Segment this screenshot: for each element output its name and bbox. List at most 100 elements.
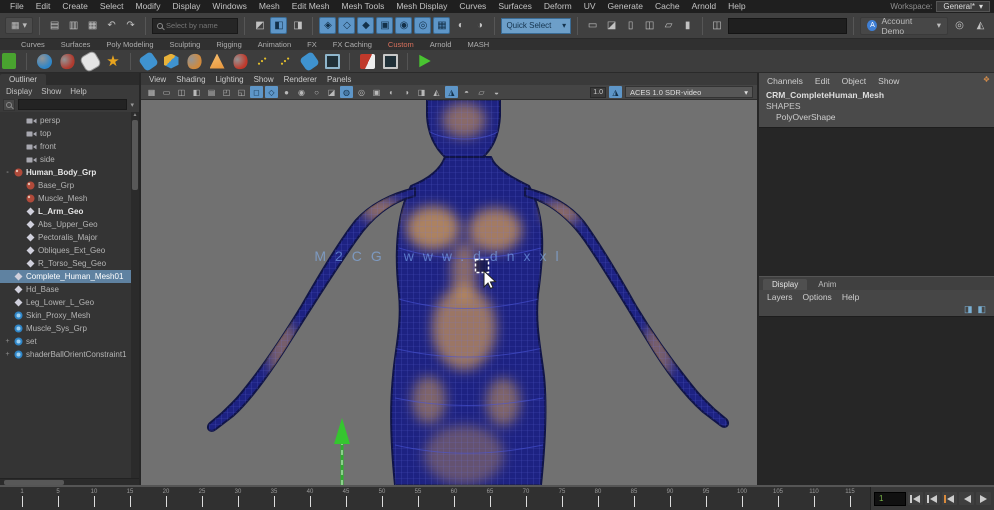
quick-select-dropdown[interactable]: Quick Select ▾ — [501, 17, 572, 34]
menu-edit-mesh[interactable]: Edit Mesh — [286, 0, 336, 13]
select-component-mask-icon[interactable]: ◨ — [289, 17, 306, 34]
play-backward-button[interactable] — [959, 492, 974, 505]
snap-to-curve-icon[interactable]: ◇ — [338, 17, 356, 34]
snap-to-grid-icon[interactable]: ◈ — [319, 17, 337, 34]
layer-menu-layers[interactable]: Layers — [767, 292, 793, 302]
gamma-toggle-icon[interactable]: ◓ — [460, 86, 473, 98]
new-scene-icon[interactable]: ▤ — [46, 17, 63, 34]
fill-mode-icon[interactable]: ◻ — [250, 86, 263, 98]
xray-joints-icon[interactable]: ◭ — [430, 86, 443, 98]
outliner-item-front[interactable]: front — [0, 140, 139, 153]
redo-icon[interactable]: ↷ — [122, 17, 139, 34]
display-settings-icon[interactable]: ◫ — [641, 17, 658, 34]
paint-effects-icon[interactable]: ▱ — [660, 17, 677, 34]
monitor-shelf-icon[interactable] — [381, 52, 399, 70]
timeline-tick-10[interactable]: 10 — [76, 488, 112, 510]
safe-action-icon[interactable]: ◰ — [220, 86, 233, 98]
gate-mask-icon[interactable]: ◧ — [190, 86, 203, 98]
timeline-tick-65[interactable]: 65 — [472, 488, 508, 510]
tab-outliner[interactable]: Outliner — [0, 74, 47, 85]
snapshot-icon[interactable]: ◒ — [490, 86, 503, 98]
timeline-tick-55[interactable]: 55 — [400, 488, 436, 510]
shelf-tab-animation[interactable]: Animation — [251, 40, 298, 49]
bandaid-shelf-icon[interactable] — [137, 50, 159, 72]
scrollbar-thumb[interactable] — [4, 480, 64, 485]
menu-set-dropdown[interactable]: ▦ ▾ — [5, 17, 34, 34]
outliner-menu-show[interactable]: Show — [41, 87, 61, 96]
channel-box-menu-edit[interactable]: Edit — [815, 76, 830, 86]
step-back-key-button[interactable] — [942, 492, 957, 505]
menu-display[interactable]: Display — [167, 0, 207, 13]
timeline-tick-100[interactable]: 100 — [724, 488, 760, 510]
outliner-item-obliques-ext-geo[interactable]: Obliques_Ext_Geo — [0, 244, 139, 257]
ball-shelf-icon[interactable] — [230, 51, 250, 71]
timeline-tick-15[interactable]: 15 — [112, 488, 148, 510]
outliner-item-shaderballorientconstraint1[interactable]: + shaderBallOrientConstraint1 — [0, 348, 139, 361]
timeline-tick-5[interactable]: 5 — [40, 488, 76, 510]
resolution-gate-icon[interactable]: ◫ — [175, 86, 188, 98]
expander-icon[interactable]: - — [4, 169, 11, 176]
timeline-tick-40[interactable]: 40 — [292, 488, 328, 510]
motion-blur-icon[interactable]: ◎ — [355, 86, 368, 98]
go-to-start-button[interactable] — [908, 492, 923, 505]
outliner-item-human-body-grp[interactable]: - Human_Body_Grp — [0, 166, 139, 179]
search-input[interactable] — [166, 21, 234, 30]
pick-walk-tool-icon[interactable]: ◭ — [972, 17, 989, 34]
timeline-tick-105[interactable]: 105 — [760, 488, 796, 510]
timeline-tick-85[interactable]: 85 — [616, 488, 652, 510]
shelf-menu-icon[interactable] — [2, 53, 16, 69]
viewport-menu-lighting[interactable]: Lighting — [216, 75, 244, 84]
menu-help[interactable]: Help — [722, 0, 751, 13]
channel-box-menu-object[interactable]: Object — [842, 76, 867, 86]
channel-box-menu-show[interactable]: Show — [878, 76, 899, 86]
color-management-icon[interactable]: ◮ — [609, 86, 622, 98]
construction-history-icon[interactable]: ◑ — [471, 17, 488, 34]
render-view-icon[interactable]: ◎ — [951, 17, 968, 34]
outliner-item-muscle-mesh[interactable]: Muscle_Mesh — [0, 192, 139, 205]
sphere-shelf-icon[interactable] — [35, 52, 53, 70]
make-live-icon[interactable]: ◎ — [414, 17, 432, 34]
menu-surfaces[interactable]: Surfaces — [492, 0, 538, 13]
exposure-icon[interactable]: ◮ — [445, 86, 458, 98]
outliner-item-base-grp[interactable]: Base_Grp — [0, 179, 139, 192]
timeline-tick-80[interactable]: 80 — [580, 488, 616, 510]
timeline-tick-35[interactable]: 35 — [256, 488, 292, 510]
menu-windows[interactable]: Windows — [206, 0, 252, 13]
outliner-item-r-torso-seg-geo[interactable]: R_Torso_Seg_Geo — [0, 257, 139, 270]
viewport-menu-panels[interactable]: Panels — [327, 75, 351, 84]
viewport-canvas[interactable]: M2CG www.ddnxxl — [141, 100, 757, 485]
outliner-item-persp[interactable]: persp — [0, 114, 139, 127]
snap-to-projected-center-icon[interactable]: ▣ — [376, 17, 394, 34]
shelf-tab-custom[interactable]: Custom — [381, 40, 421, 49]
outliner-menu-help[interactable]: Help — [70, 87, 86, 96]
textured-mode-icon[interactable]: ◉ — [295, 86, 308, 98]
shelf-tab-sculpting[interactable]: Sculpting — [162, 40, 207, 49]
film-gate-icon[interactable]: ▭ — [160, 86, 173, 98]
menu-select[interactable]: Select — [94, 0, 130, 13]
clip-shelf-icon[interactable] — [323, 52, 341, 70]
outliner-item-top[interactable]: top — [0, 127, 139, 140]
expander-icon[interactable]: + — [4, 351, 11, 358]
render-settings-icon[interactable]: ▯ — [622, 17, 639, 34]
timeline-tick-115[interactable]: 115 — [832, 488, 868, 510]
safe-title-icon[interactable]: ◱ — [235, 86, 248, 98]
menu-deform[interactable]: Deform — [538, 0, 578, 13]
isolate-select-icon[interactable]: ◑ — [400, 86, 413, 98]
menu-edit[interactable]: Edit — [30, 0, 57, 13]
timeline-tick-20[interactable]: 20 — [148, 488, 184, 510]
gamma-value-badge[interactable]: 1.0 — [590, 86, 606, 98]
croissant-shelf-icon[interactable] — [184, 51, 204, 71]
outliner-item-complete-human-mesh01[interactable]: Complete_Human_Mesh01 — [0, 270, 139, 283]
time-slider-ruler[interactable]: 1 5 10 15 20 25 30 35 40 45 50 55 60 65 70 75 80 85 90 95 10… — [0, 487, 870, 510]
menu-curves[interactable]: Curves — [453, 0, 492, 13]
shelf-tab-mash[interactable]: MASH — [460, 40, 496, 49]
outliner-item-set[interactable]: + set — [0, 335, 139, 348]
expander-icon[interactable]: + — [4, 338, 11, 345]
menu-uv[interactable]: UV — [578, 0, 602, 13]
menu-arnold[interactable]: Arnold — [686, 0, 723, 13]
use-all-lights-icon[interactable]: ○ — [310, 86, 323, 98]
timeline-tick-110[interactable]: 110 — [796, 488, 832, 510]
menu-mesh-display[interactable]: Mesh Display — [390, 0, 453, 13]
account-dropdown[interactable]: A Account Demo ▾ — [860, 16, 948, 36]
cone-shelf-icon[interactable] — [208, 52, 226, 70]
